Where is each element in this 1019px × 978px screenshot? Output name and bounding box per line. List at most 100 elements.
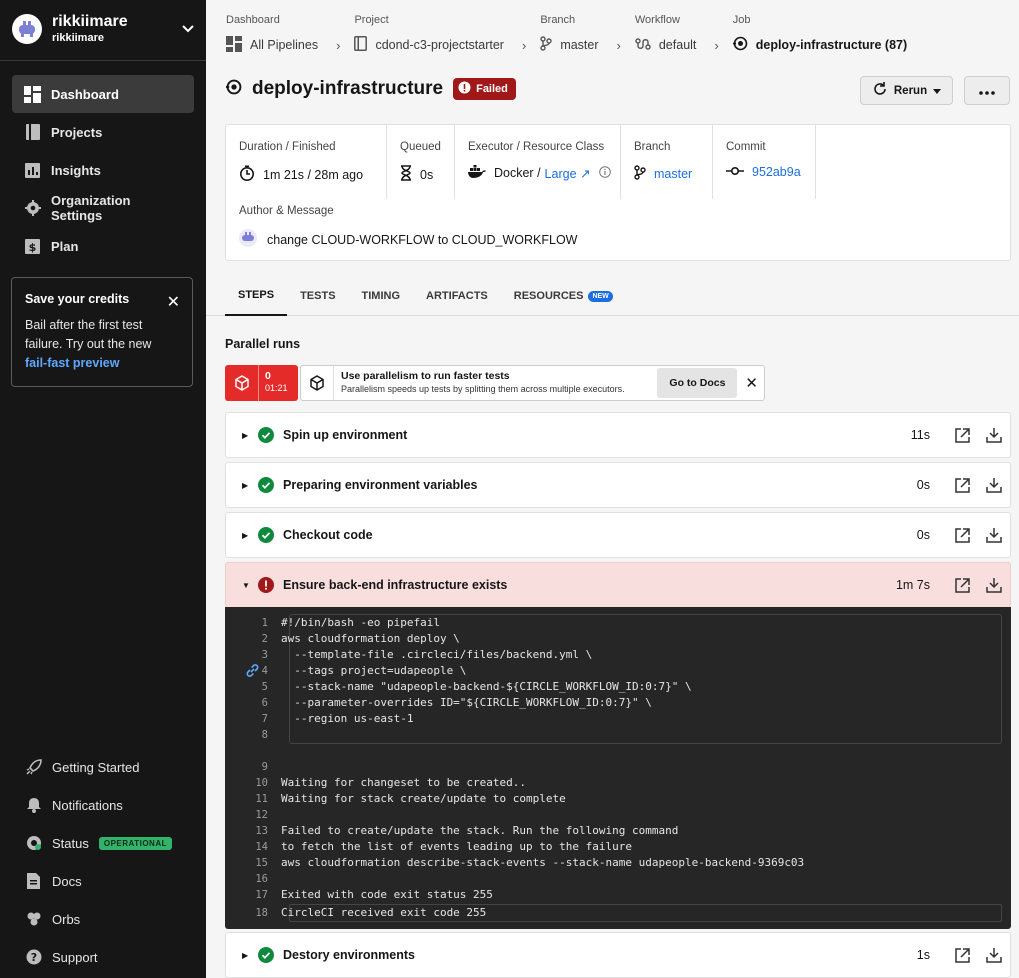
go-to-docs-button[interactable]: Go to Docs (657, 368, 738, 398)
breadcrumb-job-value: deploy-infrastructure (87) (755, 38, 908, 52)
save-credits-card: Save your credits ✕ Bail after the first… (11, 277, 193, 387)
tab-resources[interactable]: RESOURCES NEW (501, 276, 626, 316)
sidebar-item-label: Support (52, 949, 98, 965)
step-name: Checkout code (283, 528, 373, 542)
step-row-failed[interactable]: ▼ Ensure back-end infrastructure exists … (225, 562, 1011, 608)
step-row[interactable]: ▶ Spin up environment 11s (225, 412, 1011, 458)
failed-icon (258, 577, 274, 593)
chevron-right-icon: › (521, 37, 527, 53)
parallel-run-0[interactable]: 0 01:21 (225, 365, 298, 401)
commit-label: Commit (726, 141, 766, 153)
sidebar-item-support[interactable]: ? Support (0, 938, 206, 976)
tab-timing[interactable]: TIMING (349, 276, 414, 316)
queued-value: 0s (420, 167, 434, 182)
step-row[interactable]: ▶ Preparing environment variables 0s (225, 462, 1011, 508)
line-number: 2 (261, 633, 268, 645)
download-icon[interactable] (978, 527, 1010, 543)
download-icon[interactable] (978, 477, 1010, 493)
parallel-run-time: 01:21 (265, 383, 288, 393)
breadcrumb-branch[interactable]: master › (540, 34, 621, 56)
parallel-run-index: 0 (265, 370, 271, 382)
line-number: 11 (255, 793, 268, 805)
log-line: aws cloudformation deploy \ (281, 632, 460, 645)
sidebar-item-label: Status (52, 835, 89, 851)
job-info-card: Duration / Finished 1m 21s / 28m ago Que… (225, 124, 1011, 261)
project-icon (354, 36, 368, 54)
step-row[interactable]: ▶ Checkout code 0s (225, 512, 1011, 558)
tab-label: TESTS (300, 290, 336, 302)
credits-body: Bail after the first test failure. Try o… (25, 318, 152, 351)
branch-label: Branch (634, 141, 671, 153)
more-options-button[interactable] (964, 76, 1010, 105)
caret-down-icon[interactable]: ▼ (242, 581, 252, 590)
external-link-icon[interactable] (946, 577, 978, 593)
sidebar-item-projects[interactable]: Projects (12, 113, 194, 151)
sidebar-item-dashboard[interactable]: Dashboard (12, 75, 194, 113)
external-link-icon[interactable] (946, 947, 978, 963)
breadcrumb-dashboard[interactable]: All Pipelines › (226, 34, 340, 56)
download-icon[interactable] (978, 427, 1010, 443)
sidebar-item-notifications[interactable]: Notifications (0, 786, 206, 824)
branch-cell: Branch master (621, 125, 713, 199)
sidebar-item-getting-started[interactable]: Getting Started (0, 748, 206, 786)
resource-class-link[interactable]: Large ↗ (545, 166, 591, 181)
tip-title: Use parallelism to run faster tests (341, 370, 510, 382)
sidebar-item-plan[interactable]: $ Plan (12, 227, 194, 265)
sidebar-item-status[interactable]: Status OPERATIONAL (0, 824, 206, 862)
queued-label: Queued (400, 141, 441, 153)
caret-right-icon[interactable]: ▶ (242, 531, 252, 540)
download-icon[interactable] (978, 577, 1010, 593)
caret-right-icon[interactable]: ▶ (242, 431, 252, 440)
breadcrumb-workflow[interactable]: default › (635, 34, 719, 56)
external-link-icon[interactable] (946, 427, 978, 443)
line-number: 4 (261, 665, 268, 677)
step-name: Spin up environment (283, 428, 408, 442)
commit-link[interactable]: 952ab9a (752, 165, 801, 179)
breadcrumb-label-project: Project (354, 14, 389, 26)
success-icon (258, 947, 274, 963)
branch-link[interactable]: master (654, 167, 692, 181)
tab-artifacts[interactable]: ARTIFACTS (413, 276, 501, 316)
executor-value: Docker / (494, 166, 541, 180)
line-number: 17 (255, 889, 268, 901)
sidebar-item-insights[interactable]: Insights (12, 151, 194, 189)
sidebar-item-docs[interactable]: Docs (0, 862, 206, 900)
info-icon[interactable] (598, 165, 611, 181)
line-number: 7 (261, 713, 268, 725)
line-number: 3 (261, 649, 268, 661)
step-duration: 0s (916, 478, 930, 492)
clock-icon (239, 165, 255, 184)
org-switcher[interactable]: rikkiimare rikkiimare (0, 0, 206, 58)
close-icon[interactable]: ✕ (167, 292, 180, 312)
orbs-icon (25, 911, 42, 928)
chevron-down-icon[interactable] (182, 22, 194, 36)
author-message: Author & Message change CLOUD-WORKFLOW t… (239, 205, 577, 250)
org-username: rikkiimare (52, 31, 104, 44)
step-duration: 11s (910, 428, 930, 442)
tab-tests[interactable]: TESTS (287, 276, 348, 316)
sidebar-item-orbs[interactable]: Orbs (0, 900, 206, 938)
new-badge: NEW (588, 290, 613, 302)
caret-right-icon[interactable]: ▶ (242, 951, 252, 960)
docs-icon (25, 873, 42, 890)
rerun-button[interactable]: Rerun (860, 76, 953, 105)
tab-steps[interactable]: STEPS (225, 276, 288, 316)
fail-fast-preview-link[interactable]: fail-fast preview (25, 356, 119, 370)
log-line: to fetch the list of events leading up t… (281, 840, 632, 853)
breadcrumb-project[interactable]: cdond-c3-projectstarter › (354, 34, 526, 56)
log-line: --region us-east-1 (281, 712, 414, 725)
step-output-terminal[interactable]: 1 #!/bin/bash -eo pipefail 2 aws cloudform… (225, 607, 1011, 929)
download-icon[interactable] (978, 947, 1010, 963)
line-number: 18 (255, 907, 268, 919)
job-tabs: STEPS TESTS TIMING ARTIFACTS RESOURCES NE… (206, 276, 1019, 316)
external-link-icon[interactable] (946, 477, 978, 493)
close-icon[interactable]: ✕ (745, 374, 758, 392)
sidebar-item-organization-settings[interactable]: Organization Settings (12, 189, 194, 227)
step-row[interactable]: ▶ Destory environments 1s (225, 932, 1011, 978)
external-link-icon[interactable] (946, 527, 978, 543)
sidebar-item-label: Organization Settings (51, 193, 131, 223)
breadcrumb-job[interactable]: deploy-infrastructure (87) (732, 34, 908, 56)
rocket-icon (25, 759, 42, 776)
sidebar-item-label: Getting Started (52, 759, 140, 775)
caret-right-icon[interactable]: ▶ (242, 481, 252, 490)
